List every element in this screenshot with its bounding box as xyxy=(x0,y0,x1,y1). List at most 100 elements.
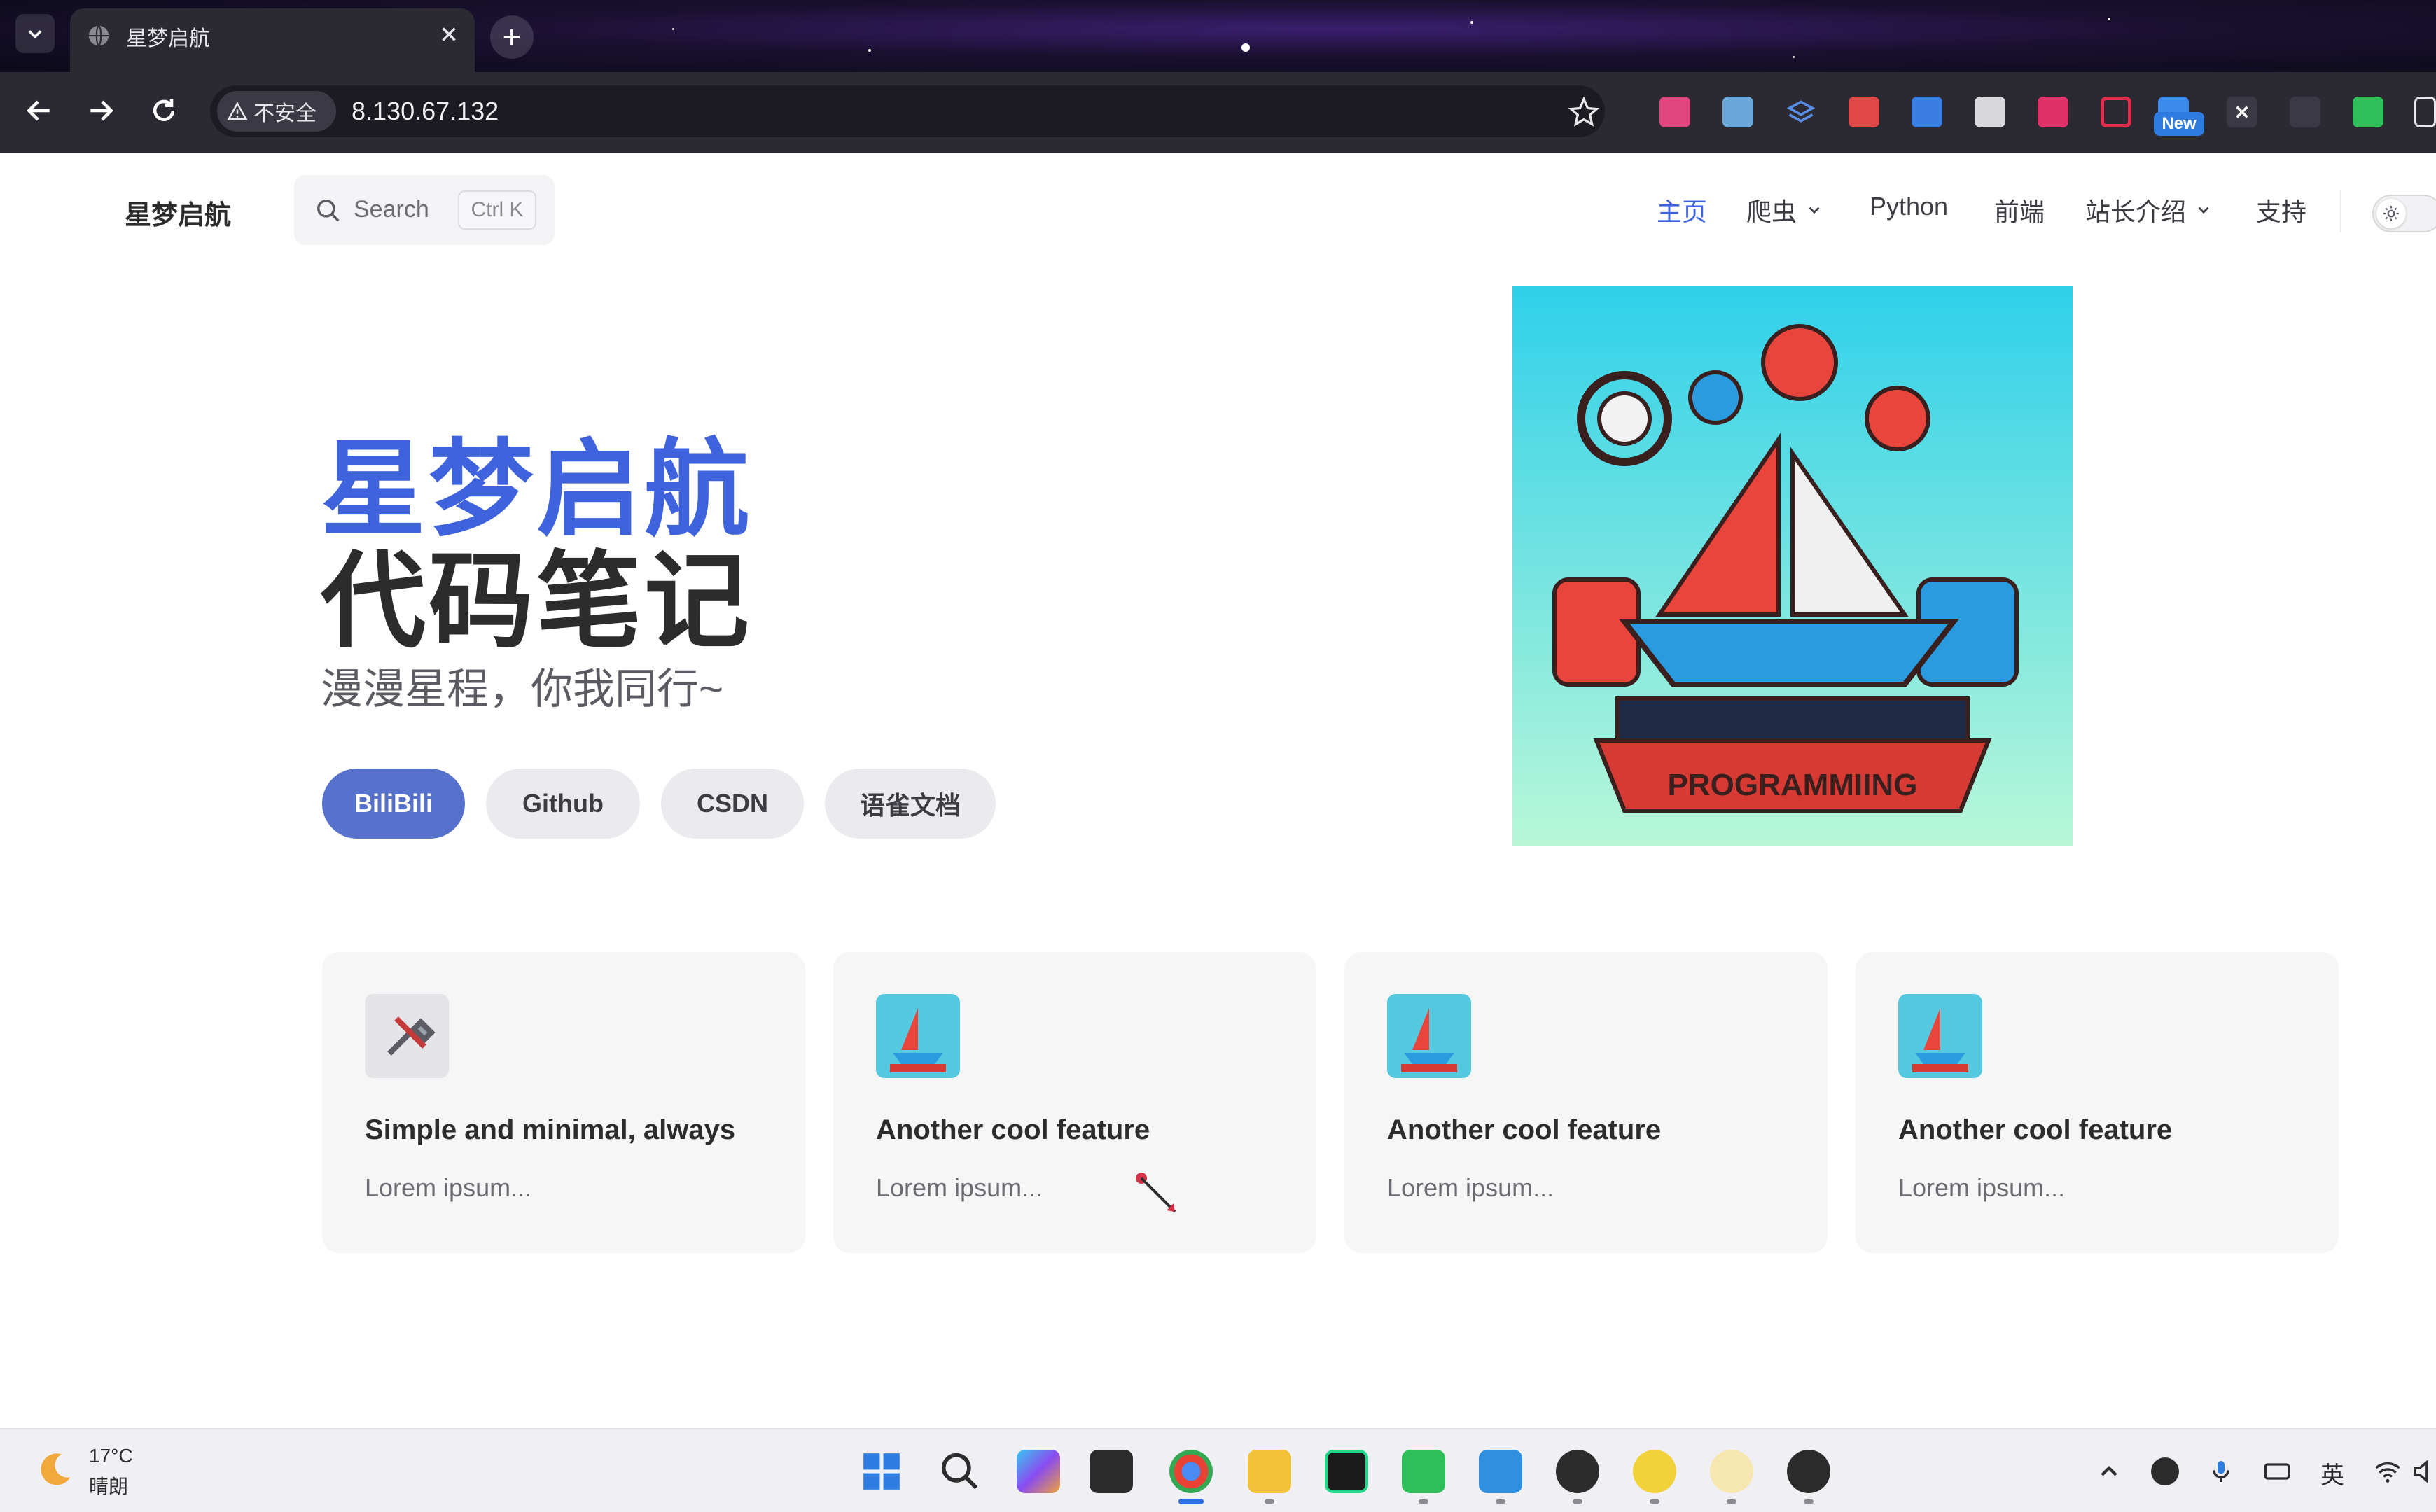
extension-layers-icon[interactable] xyxy=(1786,97,1816,127)
nav-item-home[interactable]: 主页 xyxy=(1657,192,1707,228)
new-tab-button[interactable] xyxy=(490,15,534,59)
chrome-icon[interactable] xyxy=(1169,1450,1213,1493)
qq-tray-icon[interactable] xyxy=(2151,1457,2179,1485)
speaker-icon[interactable] xyxy=(2413,1457,2436,1485)
pycharm-icon[interactable] xyxy=(1325,1450,1368,1493)
background-star xyxy=(1470,21,1473,24)
theme-toggle-knob xyxy=(2376,199,2406,228)
background-star xyxy=(672,28,674,30)
hero-text: 代码笔记 xyxy=(321,542,753,660)
obs-icon[interactable] xyxy=(1787,1450,1830,1493)
nav-item-crawler[interactable]: 爬虫 xyxy=(1746,192,1823,228)
background-star xyxy=(1241,43,1250,52)
extension-new-badge: New xyxy=(2154,112,2204,136)
feature-title: Another cool feature xyxy=(876,1114,1150,1145)
running-app-indicator xyxy=(1650,1499,1659,1504)
background-star xyxy=(1793,56,1795,58)
search-shortcut-hint: Ctrl K xyxy=(458,190,536,230)
nav-item-frontend[interactable]: 前端 xyxy=(1994,192,2045,228)
plus-icon xyxy=(503,29,520,46)
nav-item-label: Python xyxy=(1870,192,1949,220)
extension-screenshot-icon[interactable] xyxy=(1722,97,1753,127)
url-text[interactable]: 8.130.67.132 xyxy=(352,97,499,126)
bookmark-star-icon[interactable] xyxy=(1568,97,1599,127)
extension-translate-icon[interactable] xyxy=(1659,97,1690,127)
moon-icon[interactable] xyxy=(34,1449,76,1491)
nav-item-label: 站长介绍 xyxy=(2085,197,2187,226)
security-label: 不安全 xyxy=(253,102,316,125)
extension-bag-icon[interactable] xyxy=(1912,97,1942,127)
feature-title: Another cool feature xyxy=(1898,1114,2173,1145)
running-app-indicator xyxy=(1419,1499,1428,1504)
background-star xyxy=(868,49,871,52)
github-button[interactable]: Github xyxy=(486,769,640,839)
microphone-icon[interactable] xyxy=(2207,1457,2235,1485)
running-app-indicator xyxy=(1265,1499,1274,1504)
chevron-up-icon[interactable] xyxy=(2095,1457,2123,1485)
weather-temperature[interactable]: 17°C xyxy=(89,1445,133,1467)
weather-description[interactable]: 晴朗 xyxy=(89,1471,128,1499)
search-icon[interactable] xyxy=(938,1450,982,1493)
tools-icon xyxy=(365,994,449,1078)
music-app-icon[interactable] xyxy=(1633,1450,1676,1493)
running-app-indicator xyxy=(1804,1499,1814,1504)
back-arrow-icon[interactable] xyxy=(24,95,55,126)
csdn-button[interactable]: CSDN xyxy=(661,769,804,839)
feature-details: Lorem ipsum... xyxy=(876,1173,1043,1202)
feature-details: Lorem ipsum... xyxy=(1387,1173,1554,1202)
extension-x-icon[interactable] xyxy=(2227,97,2257,127)
nav-divider xyxy=(2340,190,2341,232)
security-indicator[interactable]: 不安全 xyxy=(217,91,336,132)
page-content: 星梦启航 Search Ctrl K 主页 爬虫 Python 前端 站长介绍 … xyxy=(0,153,2436,1428)
feature-title: Another cool feature xyxy=(1387,1114,1662,1145)
copilot-icon[interactable] xyxy=(1017,1450,1060,1493)
nav-item-support[interactable]: 支持 xyxy=(2256,192,2306,228)
search-icon xyxy=(317,200,340,222)
forward-arrow-icon[interactable] xyxy=(85,95,116,126)
extension-record-icon[interactable] xyxy=(2101,97,2131,127)
running-app-indicator xyxy=(1496,1499,1505,1504)
extension-cursor-icon[interactable] xyxy=(2038,97,2068,127)
feature-details: Lorem ipsum... xyxy=(365,1173,532,1202)
bilibili-button[interactable]: BiliBili xyxy=(322,769,465,839)
hero-programming-illustration: PROGRAMMIING xyxy=(1512,286,2073,846)
feature-details: Lorem ipsum... xyxy=(1898,1173,2066,1202)
sailboat-logo-icon xyxy=(876,994,960,1078)
wifi-icon[interactable] xyxy=(2374,1457,2402,1485)
extension-qrcode-icon[interactable] xyxy=(1975,97,2005,127)
extension-green-icon[interactable] xyxy=(2353,97,2383,127)
extension-getcrx-icon[interactable] xyxy=(2290,97,2320,127)
site-title[interactable]: 星梦启航 xyxy=(125,193,231,232)
tab-title: 星梦启航 xyxy=(126,27,210,50)
qq-icon[interactable] xyxy=(1556,1450,1599,1493)
chevron-down-icon xyxy=(1809,206,1820,214)
vscode-icon[interactable] xyxy=(1479,1450,1522,1493)
evernote-icon[interactable] xyxy=(1402,1450,1445,1493)
mouse-cursor-icon xyxy=(1136,1172,1176,1213)
nav-item-label: 前端 xyxy=(1994,197,2045,226)
extensions-menu-icon[interactable] xyxy=(2414,97,2436,127)
running-app-indicator xyxy=(1573,1499,1582,1504)
file-explorer-icon[interactable] xyxy=(1248,1450,1291,1493)
windows-start-icon[interactable] xyxy=(860,1450,903,1493)
nav-item-about[interactable]: 站长介绍 xyxy=(2085,192,2213,228)
reload-icon[interactable] xyxy=(148,95,179,126)
paw-app-icon[interactable] xyxy=(1710,1450,1753,1493)
nav-item-python[interactable]: Python xyxy=(1870,192,1948,221)
yuque-docs-button[interactable]: 语雀文档 xyxy=(825,769,996,839)
extension-notes-icon[interactable] xyxy=(1849,97,1879,127)
sun-icon xyxy=(2383,206,2399,221)
input-method-label[interactable]: 英 xyxy=(2320,1456,2344,1490)
running-app-indicator xyxy=(1727,1499,1736,1504)
tab-search-button[interactable] xyxy=(15,14,55,53)
nav-item-label: 爬虫 xyxy=(1746,197,1797,226)
globe-icon xyxy=(88,25,109,46)
close-icon[interactable] xyxy=(437,22,461,46)
hero-image-banner-text: PROGRAMMIING xyxy=(1668,768,1918,802)
keyboard-icon[interactable] xyxy=(2263,1457,2291,1485)
nav-item-label: 主页 xyxy=(1657,197,1708,226)
task-view-icon[interactable] xyxy=(1090,1450,1133,1493)
warning-icon xyxy=(227,102,248,120)
sailboat-logo-icon xyxy=(1898,994,1982,1078)
hero-tagline: 漫漫星程，你我同行~ xyxy=(321,666,724,713)
